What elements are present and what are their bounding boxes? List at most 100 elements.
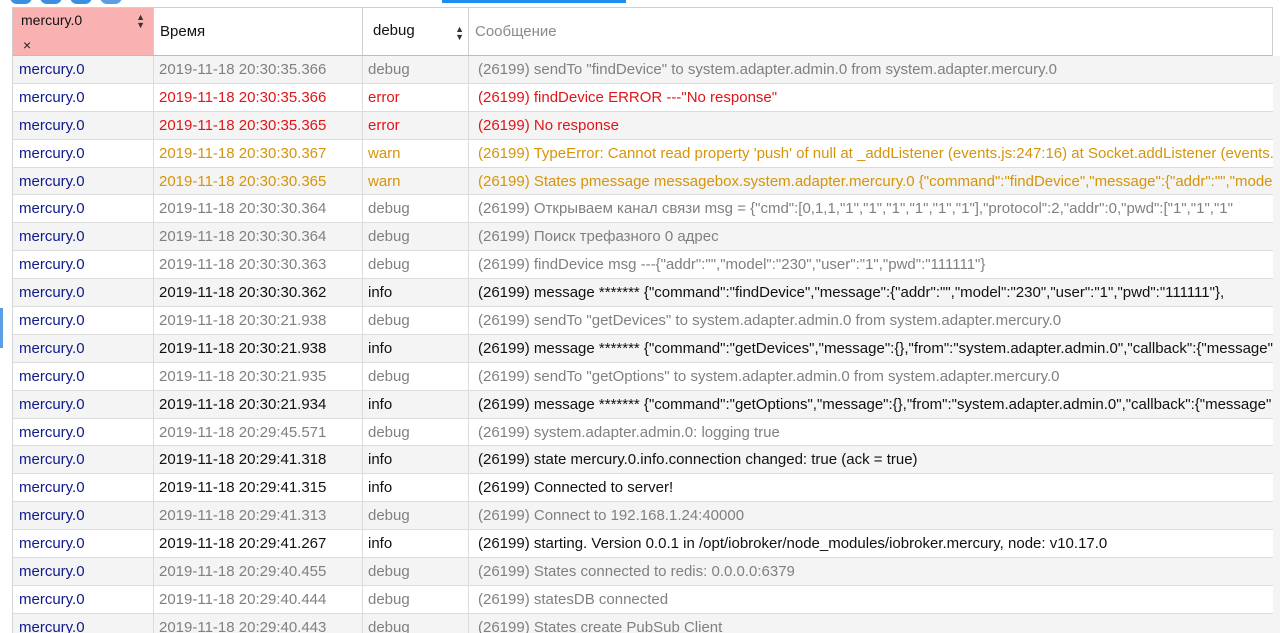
table-row[interactable]: mercury.0 2019-11-18 20:30:30.363 debug (26… [13,251,1273,280]
table-row[interactable]: mercury.0 2019-11-18 20:30:30.365 warn (261… [13,167,1273,196]
log-level: debug [363,307,469,334]
table-row[interactable]: mercury.0 2019-11-18 20:30:30.364 debug (26… [13,195,1273,224]
log-time: 2019-11-18 20:30:35.365 [154,111,363,139]
toolbar-button[interactable] [70,0,92,4]
log-source: mercury.0 [13,474,154,502]
log-message: (26199) States pmessage messagebox.syste… [478,172,1273,190]
log-time: 2019-11-18 20:29:40.444 [154,585,363,613]
source-filter-value: mercury.0 [21,12,83,28]
log-time: 2019-11-18 20:29:41.318 [154,446,363,474]
table-row[interactable]: mercury.0 2019-11-18 20:29:40.444 debug (26… [13,585,1273,614]
log-level: debug [363,418,469,446]
toolbar-button[interactable] [100,0,122,4]
log-message: (26199) States create PubSub Client [478,618,723,633]
log-time: 2019-11-18 20:29:41.267 [154,530,363,558]
log-message: (26199) Connect to 192.168.1.24:40000 [478,507,745,525]
log-message: (26199) system.adapter.admin.0: logging … [478,423,780,441]
table-row[interactable]: mercury.0 2019-11-18 20:29:41.318 info (261… [13,446,1273,475]
log-level: warn [363,139,469,167]
log-level: debug [363,558,469,585]
toolbar-button[interactable] [40,0,62,4]
log-message: (26199) message ******* {"command":"getD… [478,339,1273,357]
clear-filter-icon[interactable]: × [23,37,31,53]
log-level: info [363,390,469,418]
log-time: 2019-11-18 20:30:21.938 [154,307,363,334]
log-source: mercury.0 [13,111,154,139]
table-row[interactable]: mercury.0 2019-11-18 20:29:41.267 info (261… [13,530,1273,559]
log-level: debug [363,502,469,530]
log-level: warn [363,167,469,195]
log-source: mercury.0 [13,334,154,362]
log-message: (26199) state mercury.0.info.connection … [478,451,918,469]
log-level: debug [363,362,469,390]
time-column-header: Время [154,8,363,55]
log-message: (26199) message ******* {"command":"find… [478,284,1225,302]
table-row[interactable]: mercury.0 2019-11-18 20:30:35.366 debug (26… [13,56,1273,84]
log-message: (26199) starting. Version 0.0.1 in /opt/… [478,535,1108,553]
table-row[interactable]: mercury.0 2019-11-18 20:30:21.938 info (261… [13,334,1273,363]
log-level: info [363,474,469,502]
log-table: mercury.0 ▲ ▼ × Время debug ▲ ▼ mercury.… [12,7,1273,633]
log-time: 2019-11-18 20:30:30.363 [154,251,363,279]
log-level: debug [363,251,469,279]
table-row[interactable]: mercury.0 2019-11-18 20:30:30.367 warn (261… [13,139,1273,168]
log-level: debug [363,613,469,633]
source-filter-select[interactable]: mercury.0 ▲ ▼ × [13,8,154,55]
log-source: mercury.0 [13,56,154,83]
log-message: (26199) sendTo "getOptions" to system.ad… [478,367,1060,385]
message-filter-input[interactable] [469,8,1272,55]
log-level: info [363,446,469,474]
table-row[interactable]: mercury.0 2019-11-18 20:30:21.934 info (261… [13,390,1273,419]
log-message: (26199) No response [478,116,619,134]
log-time: 2019-11-18 20:30:30.365 [154,167,363,195]
log-source: mercury.0 [13,613,154,633]
log-source: mercury.0 [13,279,154,307]
table-row[interactable]: mercury.0 2019-11-18 20:30:35.365 error (26… [13,111,1273,140]
log-time: 2019-11-18 20:29:41.315 [154,474,363,502]
log-level: debug [363,223,469,251]
log-source: mercury.0 [13,251,154,279]
log-time: 2019-11-18 20:29:40.443 [154,613,363,633]
message-filter [469,8,1272,55]
arrow-down-icon: ▼ [136,20,145,30]
table-row[interactable]: mercury.0 2019-11-18 20:29:41.313 debug (26… [13,502,1273,531]
table-row[interactable]: mercury.0 2019-11-18 20:30:30.364 debug (26… [13,223,1273,252]
log-source: mercury.0 [13,558,154,585]
log-time: 2019-11-18 20:29:41.313 [154,502,363,530]
table-row[interactable]: mercury.0 2019-11-18 20:29:41.315 info (261… [13,474,1273,503]
log-source: mercury.0 [13,167,154,195]
toolbar [0,0,1280,6]
table-row[interactable]: mercury.0 2019-11-18 20:30:21.935 debug (26… [13,362,1273,391]
log-source: mercury.0 [13,139,154,167]
log-message: (26199) findDevice ERROR ---"No response… [478,88,778,106]
table-row[interactable]: mercury.0 2019-11-18 20:29:45.571 debug (26… [13,418,1273,447]
log-level: info [363,530,469,558]
level-filter-select[interactable]: debug ▲ ▼ [363,8,469,55]
log-message: (26199) TypeError: Cannot read property … [478,144,1273,162]
log-level: debug [363,56,469,83]
log-source: mercury.0 [13,307,154,334]
table-row[interactable]: mercury.0 2019-11-18 20:29:40.443 debug (26… [13,613,1273,633]
log-source: mercury.0 [13,418,154,446]
log-time: 2019-11-18 20:30:30.367 [154,139,363,167]
table-row[interactable]: mercury.0 2019-11-18 20:30:21.938 debug (26… [13,307,1273,335]
log-source: mercury.0 [13,502,154,530]
log-time: 2019-11-18 20:30:35.366 [154,56,363,83]
table-row[interactable]: mercury.0 2019-11-18 20:30:30.362 info (261… [13,279,1273,308]
log-source: mercury.0 [13,362,154,390]
table-row[interactable]: mercury.0 2019-11-18 20:29:40.455 debug (26… [13,558,1273,586]
log-message: (26199) Поиск трефазного 0 адрес [478,228,719,246]
log-time: 2019-11-18 20:30:21.935 [154,362,363,390]
toolbar-button[interactable] [10,0,32,4]
log-time: 2019-11-18 20:30:30.364 [154,223,363,251]
table-row[interactable]: mercury.0 2019-11-18 20:30:35.366 error (26… [13,83,1273,112]
log-source: mercury.0 [13,530,154,558]
log-message: (26199) Открываем канал связи msg = {"cm… [478,200,1233,218]
log-source: mercury.0 [13,390,154,418]
log-level: info [363,279,469,307]
log-level: error [363,111,469,139]
scrollbar[interactable] [1273,56,1280,633]
log-source: mercury.0 [13,195,154,223]
log-message: (26199) Connected to server! [478,479,674,497]
log-message: (26199) sendTo "getDevices" to system.ad… [478,311,1062,329]
